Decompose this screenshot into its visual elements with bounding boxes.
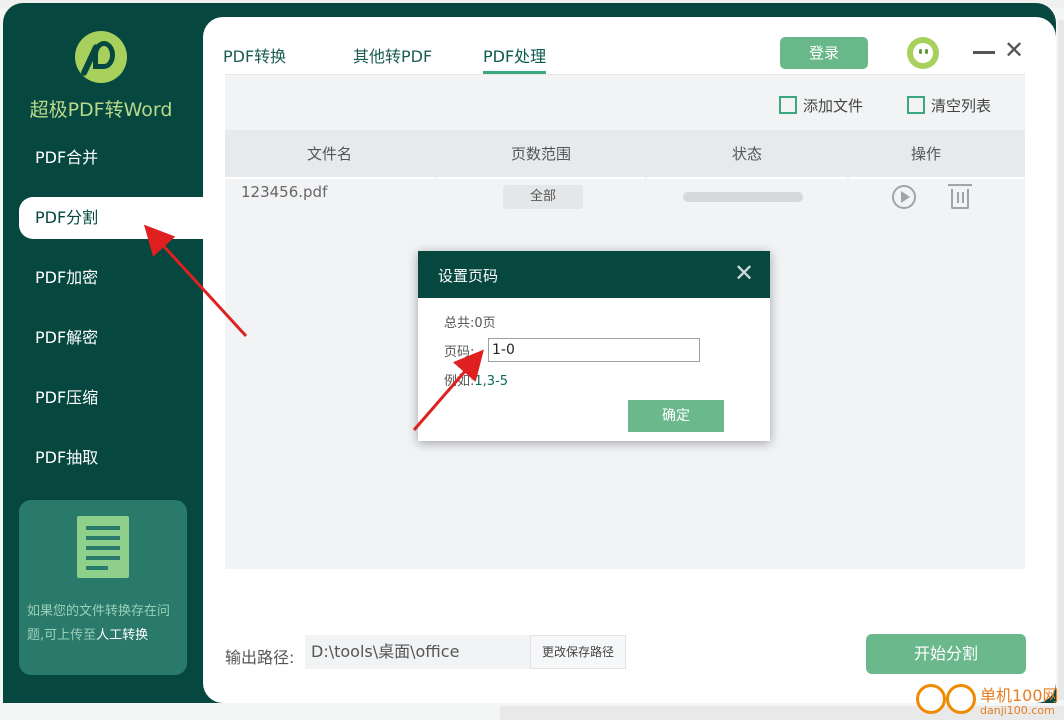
play-icon[interactable] [892, 185, 916, 209]
clear-list-icon [907, 96, 925, 114]
page-number-input[interactable] [488, 338, 700, 362]
output-path-field[interactable]: D:\tools\桌面\office [305, 635, 530, 669]
trash-icon[interactable] [948, 184, 972, 209]
tab-pdf-process[interactable]: PDF处理 [483, 43, 547, 74]
column-actions: 操作 [911, 145, 942, 163]
app-title: 超极PDF转Word [29, 99, 173, 121]
dialog-close-icon[interactable]: ✕ [734, 261, 754, 285]
dialog-header: 设置页码 ✕ [418, 251, 770, 298]
confirm-button[interactable]: 确定 [628, 400, 724, 432]
sidebar-item-pdf-extract[interactable]: PDF抽取 [19, 437, 203, 479]
column-filename: 文件名 [307, 145, 353, 163]
column-page-range: 页数范围 [511, 145, 572, 163]
background-right-strip [1058, 20, 1064, 700]
sidebar-item-pdf-merge[interactable]: PDF合并 [19, 137, 203, 179]
sidebar-item-pdf-decrypt[interactable]: PDF解密 [19, 317, 203, 359]
sidebar-item-pdf-encrypt[interactable]: PDF加密 [19, 257, 203, 299]
document-icon [77, 516, 129, 578]
page-range-button[interactable]: 全部 [503, 185, 583, 209]
watermark-line1: 单机100网 [980, 686, 1059, 705]
app-logo-icon [75, 31, 127, 83]
manual-conversion-link[interactable]: 人工转换 [96, 628, 148, 643]
table-header: 文件名 页数范围 状态 操作 [225, 130, 1025, 178]
tab-other-to-pdf[interactable]: 其他转PDF [353, 43, 432, 67]
clear-list-button[interactable]: 清空列表 [907, 95, 991, 116]
customer-service-icon[interactable] [907, 37, 939, 69]
login-button[interactable]: 登录 [780, 37, 868, 69]
dialog-title: 设置页码 [438, 267, 499, 285]
start-split-button[interactable]: 开始分割 [866, 634, 1026, 674]
promo-text: 如果您的文件转换存在问题,可上传至人工转换 [27, 604, 171, 643]
minimize-icon[interactable] [973, 51, 995, 54]
set-page-dialog: 设置页码 ✕ 总共:0页 页码: 例如:1,3-5 确定 [418, 251, 770, 441]
sidebar-item-pdf-split[interactable]: PDF分割 [19, 197, 219, 239]
add-file-icon [779, 96, 797, 114]
manual-conversion-promo[interactable]: 如果您的文件转换存在问题,可上传至人工转换 [19, 500, 187, 675]
add-file-button[interactable]: 添加文件 [779, 95, 863, 116]
file-name-cell: 123456.pdf [241, 183, 328, 201]
sidebar-item-pdf-compress[interactable]: PDF压缩 [19, 377, 203, 419]
watermark-line2: danji100.com [980, 704, 1055, 717]
total-pages-text: 总共:0页 [444, 316, 496, 331]
close-icon[interactable]: ✕ [1003, 38, 1025, 62]
sidebar: 超极PDF转Word PDF合并 PDF分割 PDF加密 PDF解密 PDF压缩… [3, 3, 219, 703]
tab-pdf-convert[interactable]: PDF转换 [223, 43, 286, 67]
output-path-label: 输出路径: [225, 648, 295, 667]
column-status: 状态 [732, 145, 763, 163]
watermark-logo: 单机100网 danji100.com [912, 680, 1062, 720]
example-text: 例如:1,3-5 [444, 374, 509, 389]
page-number-label: 页码: [444, 345, 475, 360]
status-progress-bar [683, 192, 803, 202]
change-save-path-button[interactable]: 更改保存路径 [530, 635, 626, 669]
